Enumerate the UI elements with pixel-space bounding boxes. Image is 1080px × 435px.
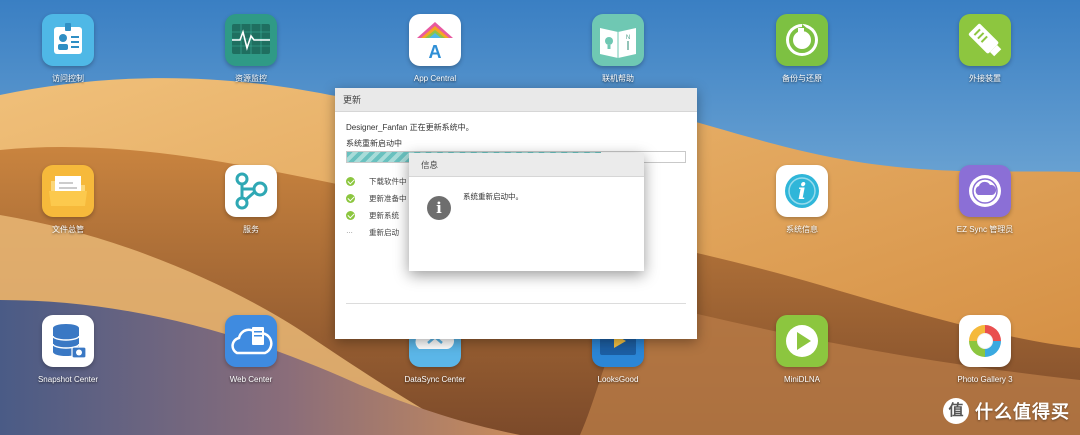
- app-label: 资源监控: [235, 74, 267, 83]
- app-label: MiniDLNA: [783, 375, 820, 384]
- app-central-icon: A: [409, 14, 461, 66]
- app-label: 联机帮助: [602, 74, 634, 83]
- smzdm-logo: [943, 398, 969, 424]
- app-label: 备份与还原: [782, 74, 822, 83]
- check-icon: [346, 193, 355, 203]
- check-icon: [346, 176, 355, 186]
- step-update-system: 更新系统: [346, 209, 399, 223]
- minidlna-icon: [776, 315, 828, 367]
- pending-indicator: ···: [346, 228, 353, 237]
- svg-text:i: i: [798, 179, 806, 205]
- ez-sync-icon: [959, 165, 1011, 217]
- app-label: Web Center: [229, 375, 273, 384]
- web-center-icon: [225, 315, 277, 367]
- app-label: LooksGood: [597, 375, 639, 384]
- app-label: 服务: [243, 225, 259, 234]
- photo-gallery-icon: [959, 315, 1011, 367]
- step-label: 更新准备中: [369, 194, 407, 203]
- app-resource-monitor[interactable]: 资源监控: [191, 14, 311, 84]
- app-label: 系统信息: [786, 225, 818, 234]
- dialog-divider: [346, 303, 686, 304]
- app-snapshot-center[interactable]: Snapshot Center: [8, 315, 128, 385]
- app-app-central[interactable]: A App Central: [375, 14, 495, 84]
- app-label: Photo Gallery 3: [957, 375, 1013, 384]
- access-control-icon: [42, 14, 94, 66]
- app-label: 访问控制: [52, 74, 84, 83]
- dialog-title: 更新: [335, 88, 697, 112]
- step-download: 下载软件中: [346, 175, 407, 189]
- watermark-text: 什么值得买: [975, 402, 1070, 422]
- update-substatus-text: 系统重新启动中: [346, 139, 402, 148]
- app-access-control[interactable]: 访问控制: [8, 14, 128, 84]
- app-label: 外接装置: [969, 74, 1001, 83]
- external-device-icon: [959, 14, 1011, 66]
- watermark: 什么值得买: [943, 396, 1070, 426]
- app-services[interactable]: 服务: [191, 165, 311, 235]
- app-label: App Central: [413, 74, 457, 83]
- app-label: 文件总管: [52, 225, 84, 234]
- app-file-explorer[interactable]: 文件总管: [8, 165, 128, 235]
- app-ez-sync[interactable]: EZ Sync 管理员: [925, 165, 1045, 235]
- app-web-center[interactable]: Web Center: [191, 315, 311, 385]
- system-info-icon: i: [776, 165, 828, 217]
- update-status-text: Designer_Fanfan 正在更新系统中。: [346, 123, 474, 132]
- app-minidlna[interactable]: MiniDLNA: [742, 315, 862, 385]
- info-icon: i: [427, 196, 451, 220]
- svg-text:A: A: [429, 42, 442, 62]
- online-help-icon: N: [592, 14, 644, 66]
- app-backup-restore[interactable]: 备份与还原: [742, 14, 862, 84]
- file-explorer-icon: [42, 165, 94, 217]
- step-prepare: 更新准备中: [346, 192, 407, 206]
- app-system-info[interactable]: i 系统信息: [742, 165, 862, 235]
- app-label: DataSync Center: [404, 375, 466, 384]
- svg-text:N: N: [626, 35, 630, 41]
- backup-restore-icon: [776, 14, 828, 66]
- app-label: Snapshot Center: [37, 375, 99, 384]
- app-label: EZ Sync 管理员: [956, 225, 1014, 234]
- step-restart: ··· 重新启动: [346, 226, 399, 240]
- info-dialog-title: 信息: [409, 153, 644, 177]
- info-message: 系统重新启动中。: [463, 192, 523, 201]
- step-label: 重新启动: [369, 228, 399, 237]
- desktop: 访问控制 资源监控 A App Central N 联机帮助 备份与还原 外接装…: [0, 0, 1080, 435]
- info-dialog: 信息 i 系统重新启动中。: [409, 153, 644, 271]
- snapshot-center-icon: [42, 315, 94, 367]
- app-external-device[interactable]: 外接装置: [925, 14, 1045, 84]
- step-label: 更新系统: [369, 211, 399, 220]
- resource-monitor-icon: [225, 14, 277, 66]
- step-label: 下载软件中: [369, 177, 407, 186]
- app-online-help[interactable]: N 联机帮助: [558, 14, 678, 84]
- check-icon: [346, 210, 355, 220]
- services-icon: [225, 165, 277, 217]
- app-photo-gallery[interactable]: Photo Gallery 3: [925, 315, 1045, 385]
